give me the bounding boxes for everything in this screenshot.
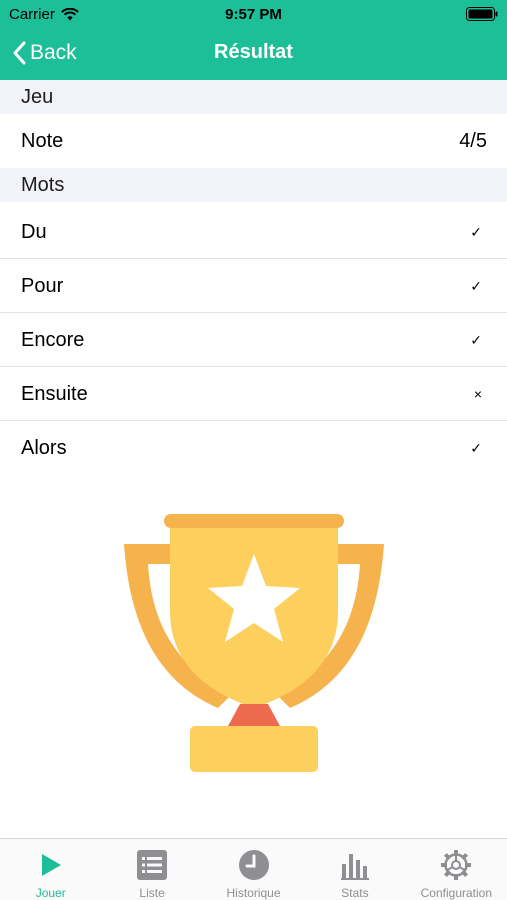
nav-bar: Back Résultat: [0, 28, 507, 80]
tab-liste[interactable]: Liste: [101, 839, 202, 900]
trophy-icon: [124, 514, 384, 772]
page-title: Résultat: [214, 41, 293, 63]
score-value: 4/5: [459, 130, 487, 152]
word-row: Ensuite ×: [0, 367, 507, 421]
word-row: Encore ✓: [0, 313, 507, 367]
check-icon: ✓: [470, 278, 482, 294]
check-icon: ✓: [470, 332, 482, 348]
word-row: Du ✓: [0, 205, 507, 259]
check-icon: ✓: [470, 440, 482, 456]
word-label: Ensuite: [21, 383, 88, 405]
check-icon: ✓: [470, 224, 482, 240]
tab-configuration[interactable]: Configuration: [406, 839, 507, 900]
score-row: Note 4/5: [0, 114, 507, 168]
list-icon: [135, 848, 169, 882]
score-label: Note: [21, 130, 64, 152]
play-icon: [34, 848, 68, 882]
tab-label: Stats: [341, 886, 369, 900]
bar-chart-icon: [338, 848, 372, 882]
word-label: Encore: [21, 329, 85, 351]
status-time: 9:57 PM: [225, 6, 282, 23]
tab-label: Configuration: [420, 886, 493, 900]
word-label: Du: [21, 221, 47, 243]
tab-label: Historique: [226, 886, 281, 900]
tab-label: Jouer: [35, 886, 66, 900]
navigation-header: Carrier 9:57 PM Back Résultat: [0, 0, 507, 80]
word-label: Pour: [21, 275, 64, 297]
tab-label: Liste: [139, 886, 165, 900]
tab-bar: Jouer Liste Historique Stats Configurati…: [0, 838, 507, 900]
cross-icon: ×: [473, 386, 482, 402]
gear-icon: [439, 848, 473, 882]
tab-stats[interactable]: Stats: [304, 839, 405, 900]
clock-icon: [237, 848, 271, 882]
tab-historique[interactable]: Historique: [203, 839, 304, 900]
status-bar: Carrier 9:57 PM: [0, 0, 507, 28]
word-label: Alors: [21, 437, 67, 459]
section-header-words: Mots: [0, 168, 507, 202]
word-row: Pour ✓: [0, 259, 507, 313]
word-row: Alors ✓: [0, 421, 507, 475]
tab-jouer[interactable]: Jouer: [0, 839, 101, 900]
section-header-game: Jeu: [0, 80, 507, 114]
battery-icon: [466, 7, 498, 21]
